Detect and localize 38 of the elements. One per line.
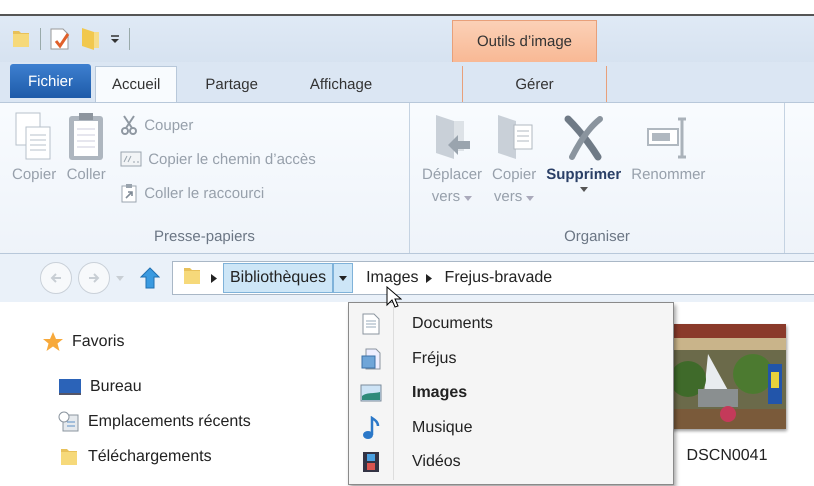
sidebar-label: Emplacements récents — [88, 412, 251, 430]
ribbon-button[interactable]: Supprimer — [544, 111, 624, 228]
breadcrumb-item[interactable]: Frejus-bravade — [438, 263, 560, 293]
document-icon — [362, 313, 380, 336]
breadcrumb-dropdown-button[interactable] — [333, 263, 354, 293]
ribbon-tab[interactable]: Affichage — [294, 66, 388, 102]
properties-icon[interactable] — [49, 27, 71, 51]
chevron-right-icon — [211, 274, 217, 282]
recent-pages-caret-icon — [116, 276, 124, 280]
caret-icon — [339, 276, 348, 280]
star-icon — [42, 330, 64, 352]
shortcut-icon — [120, 183, 138, 203]
sidebar-label: Bureau — [90, 378, 142, 396]
desktop-icon — [58, 378, 82, 396]
group-label: Presse-papiers — [153, 228, 256, 247]
image-icon — [360, 384, 382, 402]
sidebar-label: Favoris — [72, 332, 124, 350]
music-note-icon — [362, 416, 380, 440]
breadcrumb-item[interactable]: Images — [359, 263, 426, 293]
group-label: Organiser — [563, 228, 631, 247]
recent-places-icon — [58, 410, 80, 432]
up-arrow-icon[interactable] — [140, 267, 160, 289]
customize-toolbar-icon[interactable] — [109, 33, 121, 45]
breadcrumb-item[interactable]: Bibliothèques — [223, 263, 334, 293]
menu-item[interactable]: Images — [349, 376, 673, 410]
folder-icon — [10, 28, 32, 50]
context-tab-title: Outils d’image — [452, 20, 597, 62]
ribbon-tab[interactable]: Accueil — [95, 66, 178, 102]
scissors-icon — [120, 115, 138, 135]
sidebar-label: Téléchargements — [88, 448, 212, 466]
file-name: DSCN0041 — [686, 447, 768, 465]
forward-arrow-icon — [88, 272, 100, 284]
back-arrow-icon — [50, 272, 62, 284]
path-icon — [120, 151, 142, 167]
file-menu-tab[interactable]: Fichier — [10, 64, 92, 98]
ribbon-tab[interactable]: Partage — [189, 66, 274, 102]
library-icon — [361, 348, 381, 370]
film-icon — [362, 451, 380, 474]
